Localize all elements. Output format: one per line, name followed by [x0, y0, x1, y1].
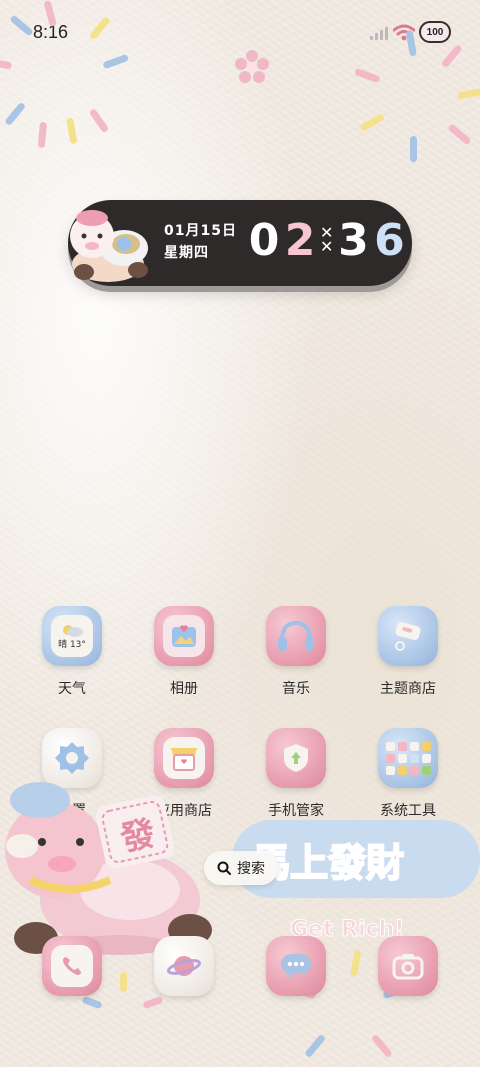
app-label: 相册: [170, 681, 198, 697]
clock-widget[interactable]: 01月15日 星期四 0 2 ✕ ✕ 3 6: [68, 200, 412, 286]
dock-camera[interactable]: [378, 936, 438, 996]
search-button[interactable]: 搜索: [204, 851, 278, 885]
firework-decoration-right: [353, 29, 480, 162]
search-label: 搜索: [237, 861, 265, 877]
minute-digit-1: 3: [338, 214, 369, 266]
date-text: 01月15日: [164, 223, 237, 239]
minute-digit-2: 6: [374, 214, 405, 266]
app-label: 手机管家: [268, 803, 324, 819]
shield-icon: [266, 728, 326, 788]
planet-icon: [167, 956, 201, 976]
app-label: 主题商店: [380, 681, 436, 697]
app-label: 天气: [58, 681, 86, 697]
clock-time: 0 2 ✕ ✕ 3 6: [246, 210, 407, 270]
time-separator-icon: ✕ ✕: [320, 223, 334, 256]
app-label: 系统工具: [380, 803, 436, 819]
firework-decoration-left: [0, 0, 140, 149]
chat-bubble-icon: [281, 954, 311, 979]
flower-decoration: [235, 50, 269, 83]
folder-icon: [378, 728, 438, 788]
pony-mascot-icon: [70, 210, 148, 282]
weekday-text: 星期四: [164, 245, 209, 261]
phone-icon: [63, 957, 81, 975]
app-music[interactable]: 音乐: [251, 606, 341, 698]
app-system-tools[interactable]: 系统工具: [363, 728, 453, 820]
app-phone-manager[interactable]: 手机管家: [251, 728, 341, 820]
app-gallery[interactable]: 相册: [139, 606, 229, 698]
dock-phone[interactable]: [42, 936, 102, 996]
shop-icon: [154, 728, 214, 788]
theme-brush-icon: [378, 606, 438, 666]
dock-messages[interactable]: [266, 936, 326, 996]
app-weather[interactable]: 晴 13° 天气: [27, 606, 117, 698]
gear-icon: [42, 728, 102, 788]
app-theme-store[interactable]: 主题商店: [363, 606, 453, 698]
camera-icon: [392, 954, 424, 980]
gallery-icon: [154, 606, 214, 666]
weather-icon: 晴 13°: [42, 606, 102, 666]
weather-badge: 晴 13°: [58, 639, 86, 650]
hour-digit-2: 2: [284, 214, 316, 266]
dock-browser[interactable]: [154, 936, 214, 996]
clock-date: 01月15日 星期四: [164, 220, 237, 264]
search-icon: [217, 861, 231, 875]
hour-digit-1: 0: [248, 214, 280, 266]
headphones-icon: [266, 606, 326, 666]
pony-plush-illustration: 發: [5, 782, 212, 955]
app-label: 音乐: [282, 681, 310, 697]
good-fortune-banner: 馬上發財 Get Rich!: [232, 820, 480, 943]
